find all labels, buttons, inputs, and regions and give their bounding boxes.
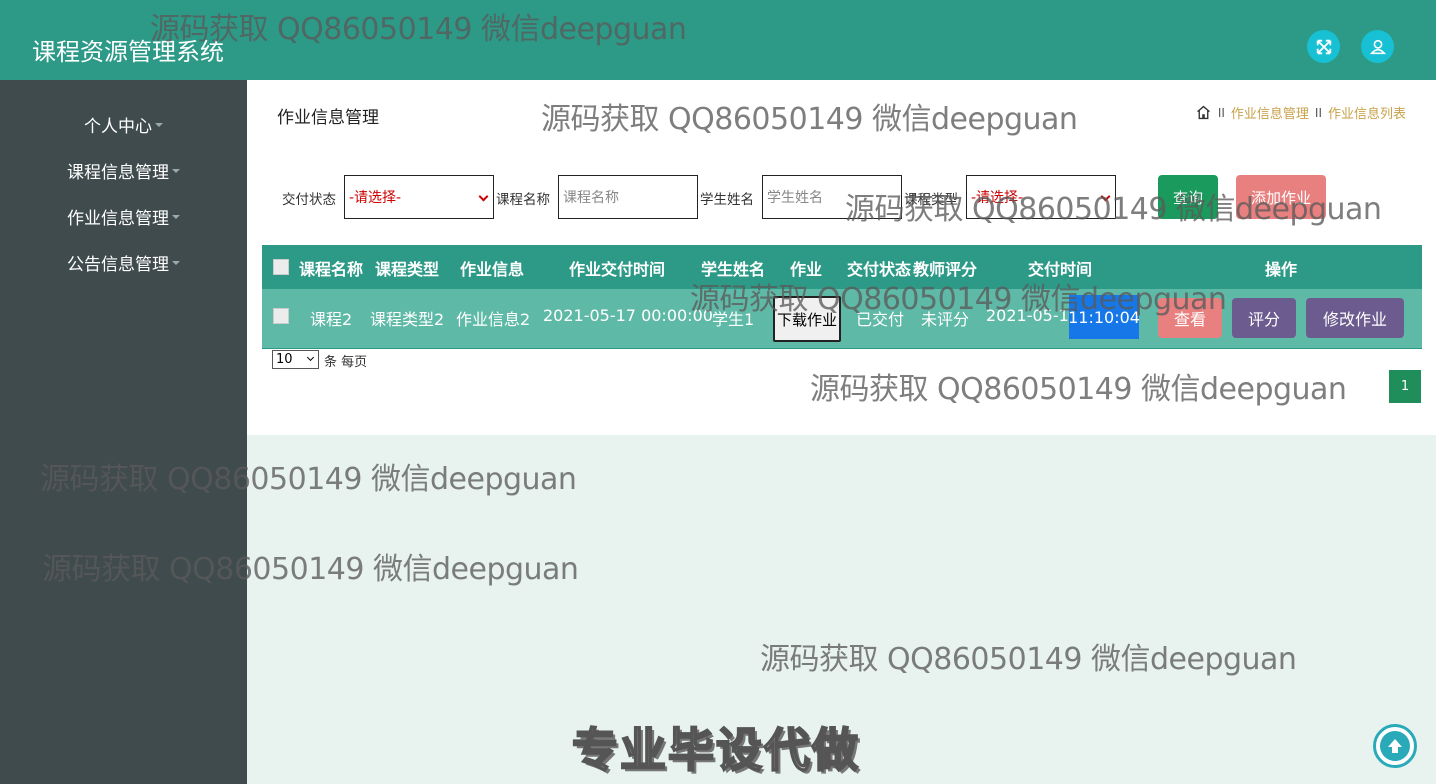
breadcrumb-separator: II [1314, 105, 1322, 120]
breadcrumb-homework-management[interactable]: 作业信息管理 [1231, 103, 1309, 122]
column-header: 课程类型 [375, 260, 440, 279]
breadcrumb-separator: II [1217, 105, 1225, 120]
sidebar-item-label: 作业信息管理 [67, 208, 169, 229]
back-to-top-button[interactable] [1373, 724, 1417, 768]
watermark: 源码获取 QQ86050149 微信deepguan [845, 192, 1382, 227]
caret-down-icon [155, 123, 163, 127]
sidebar-item-label: 个人中心 [84, 116, 152, 137]
watermark: 源码获取 QQ86050149 微信deepguan [810, 372, 1347, 407]
page-number-button[interactable]: 1 [1389, 370, 1421, 403]
sidebar-item-personal-center[interactable]: 个人中心 [0, 109, 247, 139]
breadcrumb: II 作业信息管理 II 作业信息列表 [1195, 103, 1406, 122]
watermark: 源码获取 QQ86050149 微信deepguan [40, 462, 577, 497]
status-select[interactable]: -请选择- [344, 175, 494, 219]
cell-type: 课程类型2 [370, 310, 445, 329]
fullscreen-icon [1316, 39, 1331, 54]
chevron-down-icon [478, 191, 489, 202]
cell-due-time: 2021-05-17 00:00:00 [543, 306, 713, 325]
status-select-value: -请选择- [349, 190, 402, 206]
row-checkbox[interactable] [273, 308, 289, 324]
select-all-checkbox[interactable] [273, 259, 289, 275]
arrow-up-icon [1388, 739, 1402, 753]
sidebar: 个人中心 课程信息管理 作业信息管理 公告信息管理 [0, 80, 247, 784]
watermark: 源码获取 QQ86050149 微信deepguan [42, 552, 579, 587]
column-header: 作业信息 [460, 260, 525, 279]
cell-info: 作业信息2 [456, 310, 531, 329]
chevron-down-icon [306, 353, 315, 362]
score-button[interactable]: 评分 [1232, 298, 1296, 338]
user-icon [1369, 39, 1386, 54]
watermark: 源码获取 QQ86050149 微信deepguan [760, 642, 1297, 677]
caret-down-icon [172, 215, 180, 219]
student-name-placeholder: 学生姓名 [767, 190, 823, 206]
course-name-input[interactable]: 课程名称 [558, 175, 698, 219]
fullscreen-button[interactable] [1307, 30, 1340, 63]
watermark: 源码获取 QQ86050149 微信deepguan [150, 12, 687, 47]
edit-homework-button[interactable]: 修改作业 [1306, 298, 1404, 338]
page-size-label: 条 每页 [324, 355, 368, 370]
course-filter-label: 课程名称 [496, 192, 550, 208]
user-button[interactable] [1361, 30, 1394, 63]
caret-down-icon [172, 169, 180, 173]
promo-text: 专业毕设代做 [571, 722, 860, 778]
breadcrumb-homework-list[interactable]: 作业信息列表 [1328, 103, 1406, 122]
watermark: 源码获取 QQ86050149 微信deepguan [690, 282, 1227, 317]
cell-course: 课程2 [310, 310, 353, 329]
home-icon[interactable] [1195, 104, 1212, 121]
sidebar-item-homework-management[interactable]: 作业信息管理 [0, 201, 247, 231]
caret-down-icon [172, 261, 180, 265]
sidebar-item-label: 课程信息管理 [67, 162, 169, 183]
sidebar-item-label: 公告信息管理 [67, 254, 169, 275]
column-header: 操作 [1265, 260, 1298, 279]
status-filter-label: 交付状态 [282, 192, 336, 208]
course-name-placeholder: 课程名称 [563, 190, 619, 206]
column-header: 作业交付时间 [569, 260, 666, 279]
student-filter-label: 学生姓名 [700, 192, 754, 208]
watermark: 源码获取 QQ86050149 微信deepguan [541, 102, 1078, 137]
sidebar-item-course-management[interactable]: 课程信息管理 [0, 155, 247, 185]
column-header: 课程名称 [299, 260, 364, 279]
page-size-select[interactable]: 10 [272, 350, 319, 369]
page-title: 作业信息管理 [277, 108, 379, 128]
sidebar-item-notice-management[interactable]: 公告信息管理 [0, 247, 247, 277]
page-size-value: 10 [276, 352, 293, 367]
